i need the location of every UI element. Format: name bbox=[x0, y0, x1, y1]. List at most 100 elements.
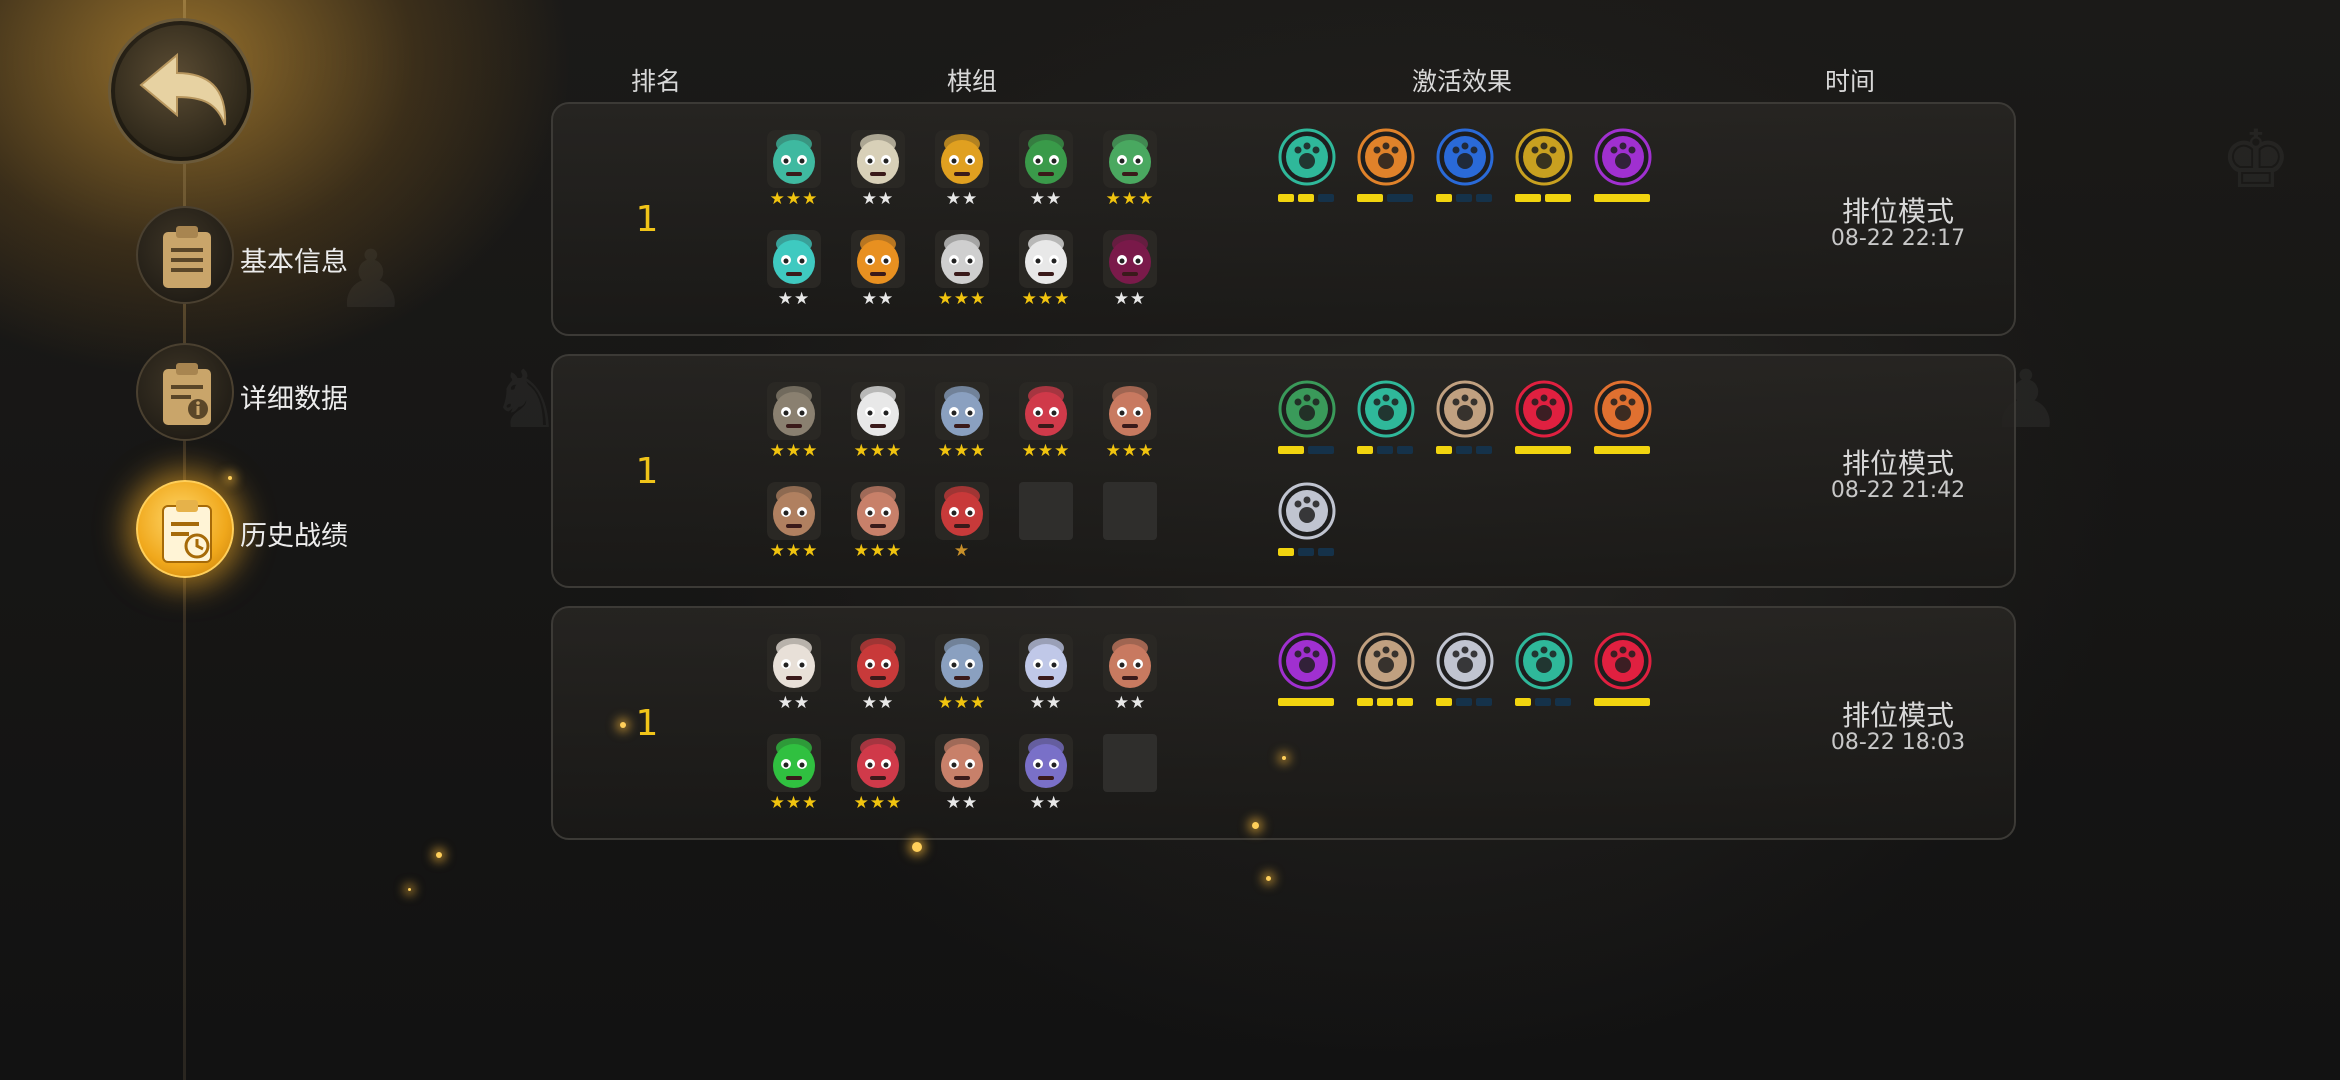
synergy-level-bar bbox=[1515, 194, 1575, 202]
piece-portrait-icon bbox=[767, 230, 821, 288]
star-rating: ★★ bbox=[861, 289, 895, 309]
chess-piece[interactable]: ★★ bbox=[933, 734, 991, 816]
piece-portrait-icon bbox=[851, 130, 905, 188]
synergy-badge[interactable] bbox=[1592, 380, 1654, 456]
chess-piece[interactable]: ★★★ bbox=[765, 734, 823, 816]
nav-item-basic-info[interactable]: 基本信息 bbox=[136, 206, 396, 306]
back-button[interactable] bbox=[108, 18, 254, 164]
synergy-badge[interactable] bbox=[1355, 128, 1417, 204]
synergy-badge[interactable] bbox=[1355, 380, 1417, 456]
chess-piece[interactable]: ★★ bbox=[1017, 130, 1075, 212]
synergy-badge[interactable] bbox=[1276, 632, 1338, 708]
chess-piece[interactable]: ★★★ bbox=[1017, 230, 1075, 312]
rank-value: 1 bbox=[635, 199, 659, 240]
piece-portrait-icon bbox=[1019, 634, 1073, 692]
chess-piece[interactable]: ★★ bbox=[933, 130, 991, 212]
synergy-level-bar bbox=[1436, 698, 1496, 706]
chess-piece[interactable]: ★★ bbox=[849, 130, 907, 212]
synergy-badge[interactable] bbox=[1276, 482, 1338, 558]
header-time: 时间 bbox=[1824, 67, 1875, 96]
synergy-badge[interactable] bbox=[1592, 632, 1654, 708]
synergy-badge[interactable] bbox=[1513, 128, 1575, 204]
piece-portrait-icon bbox=[1103, 382, 1157, 440]
star-rating: ★★★ bbox=[769, 189, 819, 209]
synergy-badge[interactable] bbox=[1513, 632, 1575, 708]
star-rating: ★★ bbox=[1029, 693, 1063, 713]
chess-piece[interactable]: ★★ bbox=[765, 230, 823, 312]
chess-piece[interactable]: ★★★ bbox=[1017, 382, 1075, 464]
chess-piece[interactable] bbox=[1101, 734, 1159, 816]
chess-piece[interactable]: ★★★ bbox=[1101, 130, 1159, 212]
chess-piece[interactable]: ★★ bbox=[849, 634, 907, 716]
chess-piece[interactable] bbox=[1017, 482, 1075, 564]
nav-item-match-history[interactable]: 历史战绩 bbox=[136, 480, 396, 580]
star-rating: ★ bbox=[953, 541, 971, 561]
star-rating: ★★★ bbox=[937, 289, 987, 309]
nav-label: 详细数据 bbox=[240, 384, 348, 415]
feather-icon bbox=[1436, 128, 1494, 186]
piece-portrait-icon bbox=[1019, 230, 1073, 288]
synergy-level-bar bbox=[1515, 446, 1575, 454]
rainbow-arch-icon bbox=[1515, 380, 1573, 438]
piece-portrait-icon bbox=[935, 482, 989, 540]
bust-icon bbox=[1278, 482, 1336, 540]
star-rating: ★★ bbox=[945, 793, 979, 813]
chess-piece[interactable]: ★★★ bbox=[765, 382, 823, 464]
chess-piece[interactable]: ★★★ bbox=[849, 482, 907, 564]
star-rating: ★★ bbox=[777, 693, 811, 713]
clipboard-info-icon bbox=[136, 343, 234, 441]
chess-piece[interactable]: ★★★ bbox=[849, 734, 907, 816]
piece-portrait-icon bbox=[767, 734, 821, 792]
synergy-badge[interactable] bbox=[1434, 128, 1496, 204]
chess-piece[interactable]: ★★★ bbox=[1101, 382, 1159, 464]
chess-piece[interactable] bbox=[1101, 482, 1159, 564]
chess-piece[interactable]: ★★ bbox=[1017, 734, 1075, 816]
chess-piece[interactable]: ★ bbox=[933, 482, 991, 564]
synergy-badge[interactable] bbox=[1276, 128, 1338, 204]
star-rating: ★★ bbox=[945, 189, 979, 209]
chess-piece[interactable]: ★★★ bbox=[765, 482, 823, 564]
synergy-badge[interactable] bbox=[1434, 632, 1496, 708]
chess-piece[interactable]: ★★ bbox=[1101, 634, 1159, 716]
piece-portrait-icon bbox=[1103, 634, 1157, 692]
synergy-level-bar bbox=[1594, 446, 1654, 454]
piece-portrait-icon bbox=[767, 130, 821, 188]
match-row[interactable]: 1 排位模式 08-22 21:42 ★★★ ★★★ ★★★ ★★★ ★★★ ★★★ ★★★… bbox=[551, 354, 2016, 588]
star-rating: ★★★ bbox=[769, 541, 819, 561]
chess-piece[interactable]: ★★ bbox=[1101, 230, 1159, 312]
chess-piece[interactable]: ★★★ bbox=[933, 230, 991, 312]
star-rating: ★★ bbox=[1029, 793, 1063, 813]
synergy-level-bar bbox=[1436, 194, 1496, 202]
paw-icon bbox=[1357, 380, 1415, 438]
star-rating: ★★ bbox=[1029, 189, 1063, 209]
chess-piece[interactable]: ★★★ bbox=[849, 382, 907, 464]
synergy-level-bar bbox=[1278, 446, 1338, 454]
star-rating: ★★★ bbox=[1021, 441, 1071, 461]
chess-piece[interactable]: ★★★ bbox=[933, 382, 991, 464]
daggers-icon bbox=[1515, 128, 1573, 186]
star-rating: ★★ bbox=[1113, 693, 1147, 713]
nav-label: 历史战绩 bbox=[240, 521, 348, 552]
synergy-level-bar bbox=[1515, 698, 1575, 706]
synergy-badge[interactable] bbox=[1592, 128, 1654, 204]
synergy-badge[interactable] bbox=[1276, 380, 1338, 456]
header-lineup: 棋组 bbox=[946, 67, 997, 96]
chess-piece[interactable]: ★★ bbox=[765, 634, 823, 716]
paw-icon bbox=[1278, 128, 1336, 186]
star-rating: ★★★ bbox=[1105, 189, 1155, 209]
chess-piece[interactable]: ★★★ bbox=[765, 130, 823, 212]
chess-piece[interactable]: ★★ bbox=[849, 230, 907, 312]
nav-label: 基本信息 bbox=[240, 247, 348, 278]
piece-portrait-icon bbox=[851, 734, 905, 792]
empty-slot bbox=[1019, 482, 1073, 540]
chess-piece[interactable]: ★★★ bbox=[933, 634, 991, 716]
synergy-badge[interactable] bbox=[1434, 380, 1496, 456]
piece-portrait-icon bbox=[935, 130, 989, 188]
match-row[interactable]: 1 排位模式 08-22 22:17 ★★★ ★★ ★★ ★★ ★★★ ★★ ★★ ★★★ ★★… bbox=[551, 102, 2016, 336]
rank-value: 1 bbox=[635, 703, 659, 744]
synergy-badge[interactable] bbox=[1355, 632, 1417, 708]
match-row[interactable]: 1 排位模式 08-22 18:03 ★★ ★★ ★★★ ★★ ★★ ★★★ ★★★ ★★ ★★ bbox=[551, 606, 2016, 840]
nav-item-detailed-data[interactable]: 详细数据 bbox=[136, 343, 396, 443]
synergy-badge[interactable] bbox=[1513, 380, 1575, 456]
chess-piece[interactable]: ★★ bbox=[1017, 634, 1075, 716]
